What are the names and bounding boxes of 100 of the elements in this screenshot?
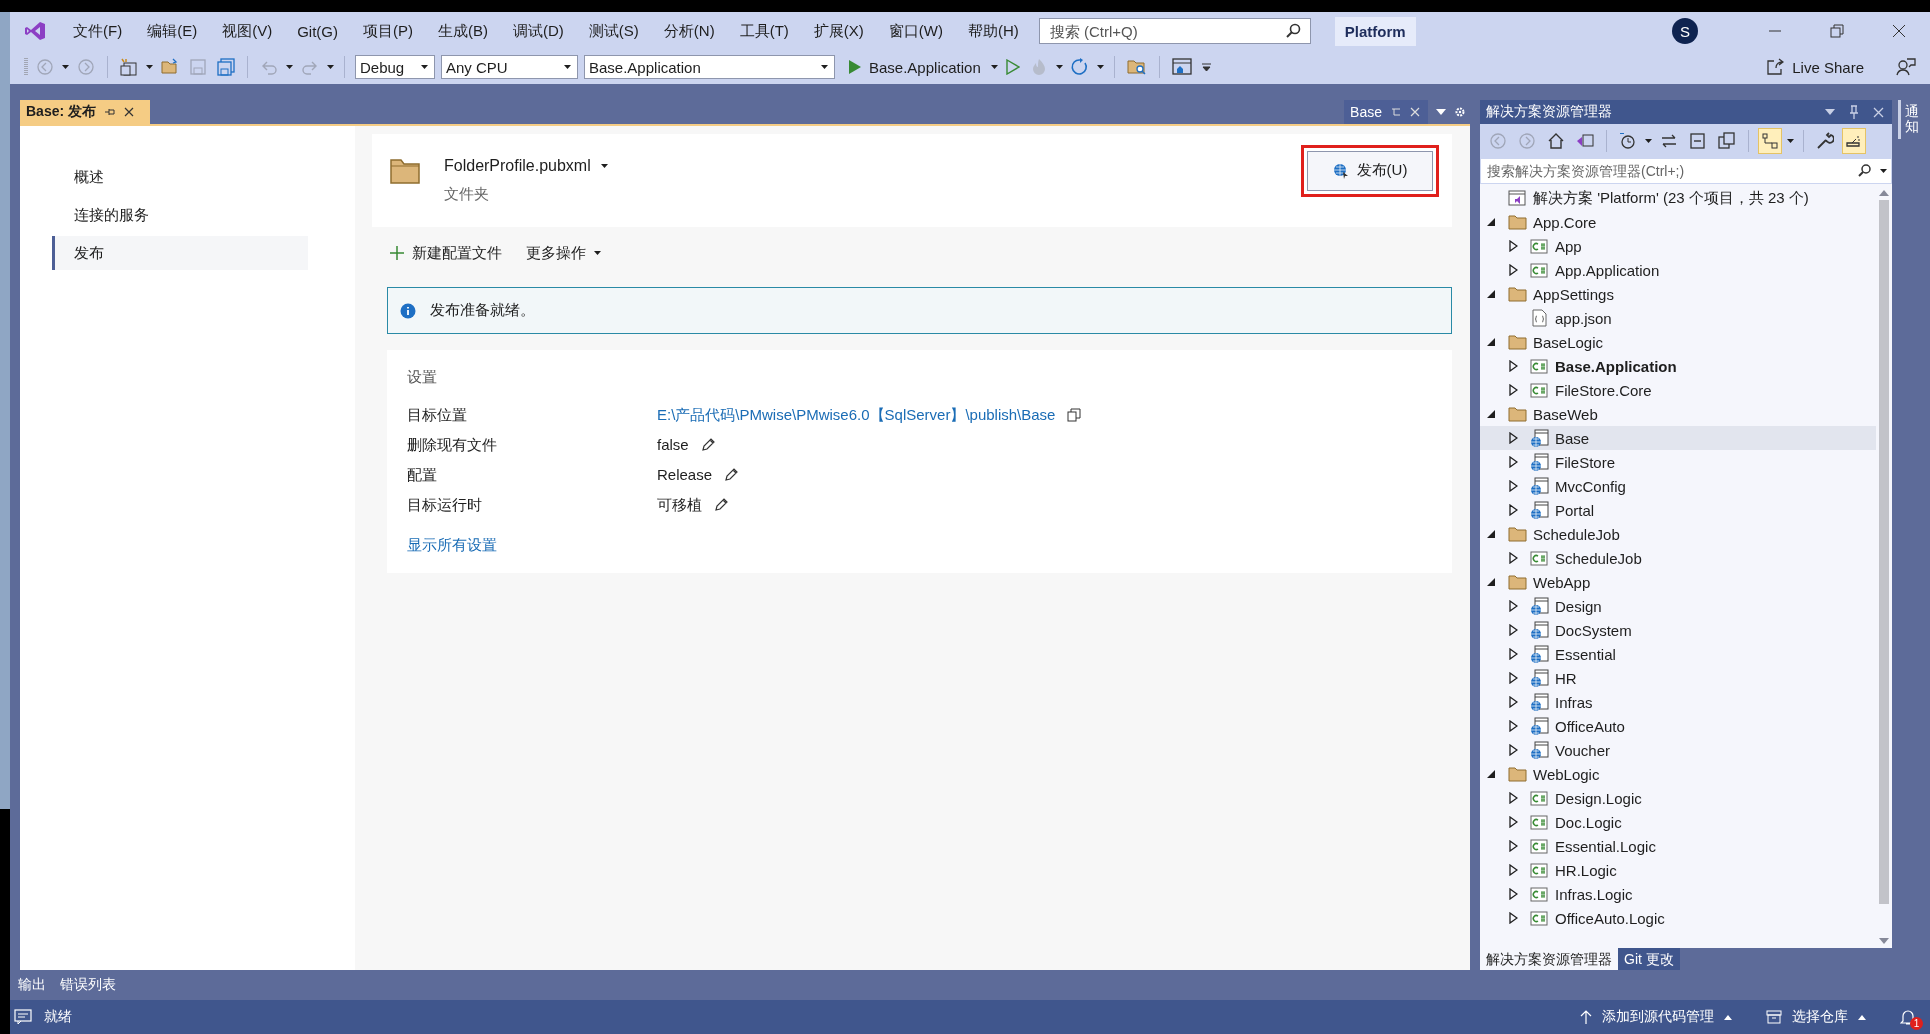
show-all-settings-link[interactable]: 显示所有设置 xyxy=(407,536,497,555)
tree-item[interactable]: App.Application xyxy=(1480,258,1876,282)
run-button[interactable]: Base.Application xyxy=(841,58,985,76)
tree-item[interactable]: FileStore xyxy=(1480,450,1876,474)
nav-item[interactable]: 概述 xyxy=(52,160,308,194)
menu-item[interactable]: 项目(P) xyxy=(354,21,422,41)
tree-item[interactable]: Design xyxy=(1480,594,1876,618)
preview-pen-button[interactable] xyxy=(1842,128,1866,154)
tree-item[interactable]: ScheduleJob xyxy=(1480,546,1876,570)
tree-item[interactable]: Infras xyxy=(1480,690,1876,714)
start-without-debugging-icon[interactable] xyxy=(1005,59,1020,75)
menu-item[interactable]: 生成(B) xyxy=(429,21,497,41)
search-input[interactable]: 搜索解决方案资源管理器(Ctrl+;) xyxy=(1485,162,1852,180)
refresh-icon[interactable] xyxy=(1070,58,1089,76)
configuration-dropdown[interactable]: Debug xyxy=(355,55,435,79)
collapsed-arrow-icon[interactable] xyxy=(1508,480,1518,492)
collapsed-arrow-icon[interactable] xyxy=(1508,624,1518,636)
collapsed-arrow-icon[interactable] xyxy=(1508,672,1518,684)
tree-item[interactable]: WebApp xyxy=(1480,570,1876,594)
tree-item[interactable]: Essential xyxy=(1480,642,1876,666)
menu-item[interactable]: 编辑(E) xyxy=(138,21,207,41)
collapsed-arrow-icon[interactable] xyxy=(1508,504,1518,516)
tree-item[interactable]: MvcConfig xyxy=(1480,474,1876,498)
feedback-person-icon[interactable] xyxy=(1896,58,1916,76)
dropdown-icon[interactable] xyxy=(1880,169,1887,173)
tree-item[interactable]: FileStore.Core xyxy=(1480,378,1876,402)
collapsed-arrow-icon[interactable] xyxy=(1508,696,1518,708)
startup-project-dropdown[interactable]: Base.Application xyxy=(584,55,835,79)
pin-icon[interactable] xyxy=(1849,105,1859,119)
tree-item[interactable]: HR.Logic xyxy=(1480,858,1876,882)
expanded-arrow-icon[interactable] xyxy=(1486,289,1496,299)
tree-item[interactable]: Portal xyxy=(1480,498,1876,522)
preview-icon[interactable] xyxy=(1390,106,1402,118)
open-folder-icon[interactable] xyxy=(161,58,179,76)
menu-item[interactable]: 测试(S) xyxy=(579,21,648,41)
menu-item[interactable]: 扩展(X) xyxy=(804,21,873,41)
menu-item[interactable]: 分析(N) xyxy=(654,21,724,41)
panel-tab[interactable]: Git 更改 xyxy=(1618,948,1680,970)
save-all-icon[interactable] xyxy=(217,58,235,76)
collapsed-arrow-icon[interactable] xyxy=(1508,720,1518,732)
live-share-button[interactable]: Live Share xyxy=(1760,57,1870,77)
close-icon[interactable] xyxy=(124,107,135,117)
scrollbar-thumb[interactable] xyxy=(1879,200,1889,904)
repository-button[interactable]: 选择仓库 xyxy=(1766,1008,1866,1026)
collapsed-arrow-icon[interactable] xyxy=(1508,600,1518,612)
collapsed-arrow-icon[interactable] xyxy=(1508,864,1518,876)
collapsed-arrow-icon[interactable] xyxy=(1508,888,1518,900)
tree-item[interactable]: Infras.Logic xyxy=(1480,882,1876,906)
document-tab[interactable]: Base xyxy=(1344,100,1428,124)
collapsed-arrow-icon[interactable] xyxy=(1508,840,1518,852)
collapsed-arrow-icon[interactable] xyxy=(1508,360,1518,372)
menu-item[interactable]: 调试(D) xyxy=(504,21,573,41)
close-icon[interactable] xyxy=(1892,24,1906,38)
more-actions-button[interactable]: 更多操作 xyxy=(526,243,601,263)
restore-icon[interactable] xyxy=(1830,24,1844,38)
tree-item[interactable]: Base.Application xyxy=(1480,354,1876,378)
pencil-icon[interactable] xyxy=(724,467,739,482)
tree-item[interactable]: OfficeAuto xyxy=(1480,714,1876,738)
tree-item[interactable]: DocSystem xyxy=(1480,618,1876,642)
new-profile-button[interactable]: 新建配置文件 xyxy=(390,243,502,263)
expanded-arrow-icon[interactable] xyxy=(1486,409,1496,419)
pencil-icon[interactable] xyxy=(700,437,715,452)
tree-item[interactable]: HR xyxy=(1480,666,1876,690)
collapsed-arrow-icon[interactable] xyxy=(1508,384,1518,396)
tab-list-icon[interactable] xyxy=(1436,109,1446,115)
expanded-arrow-icon[interactable] xyxy=(1486,217,1496,227)
tree-item[interactable]: Base xyxy=(1480,426,1876,450)
document-tab[interactable]: Base: 发布 xyxy=(20,100,150,124)
collapsed-arrow-icon[interactable] xyxy=(1508,456,1518,468)
hierarchy-button[interactable] xyxy=(1758,128,1782,154)
tree-item[interactable]: ScheduleJob xyxy=(1480,522,1876,546)
collapsed-arrow-icon[interactable] xyxy=(1508,264,1518,276)
notifications-tab[interactable]: 通知 xyxy=(1898,100,1923,139)
tree-item[interactable]: Doc.Logic xyxy=(1480,810,1876,834)
panel-tab[interactable]: 输出 xyxy=(18,976,46,994)
target-path-link[interactable]: E:\产品代码\PMwise\PMwise6.0【SqlServer】\publish\Base xyxy=(657,405,1056,424)
tree-item[interactable]: Essential.Logic xyxy=(1480,834,1876,858)
menu-item[interactable]: 工具(T) xyxy=(730,21,798,41)
menu-item[interactable]: 文件(F) xyxy=(64,21,132,41)
tree-item[interactable]: AppSettings xyxy=(1480,282,1876,306)
publish-button[interactable]: 发布(U) xyxy=(1307,150,1433,191)
overflow-icon[interactable] xyxy=(1201,63,1211,71)
collapsed-arrow-icon[interactable] xyxy=(1508,552,1518,564)
collapsed-arrow-icon[interactable] xyxy=(1508,648,1518,660)
browser-window-icon[interactable] xyxy=(1171,58,1192,76)
new-item-icon[interactable] xyxy=(120,58,138,76)
settings-icon[interactable] xyxy=(1454,106,1466,118)
tree-item[interactable]: BaseLogic xyxy=(1480,330,1876,354)
copy-icon[interactable] xyxy=(1067,407,1082,422)
search-field[interactable]: 搜索解决方案资源管理器(Ctrl+;) xyxy=(1480,158,1892,184)
expanded-arrow-icon[interactable] xyxy=(1486,769,1496,779)
panel-tab[interactable]: 解决方案资源管理器 xyxy=(1480,948,1618,970)
collapsed-arrow-icon[interactable] xyxy=(1508,744,1518,756)
tree-item[interactable]: WebLogic xyxy=(1480,762,1876,786)
tree-item[interactable]: Design.Logic xyxy=(1480,786,1876,810)
tree-item[interactable]: OfficeAuto.Logic xyxy=(1480,906,1876,930)
collapsed-arrow-icon[interactable] xyxy=(1508,432,1518,444)
collapsed-arrow-icon[interactable] xyxy=(1508,792,1518,804)
collapsed-arrow-icon[interactable] xyxy=(1508,240,1518,252)
expanded-arrow-icon[interactable] xyxy=(1486,529,1496,539)
